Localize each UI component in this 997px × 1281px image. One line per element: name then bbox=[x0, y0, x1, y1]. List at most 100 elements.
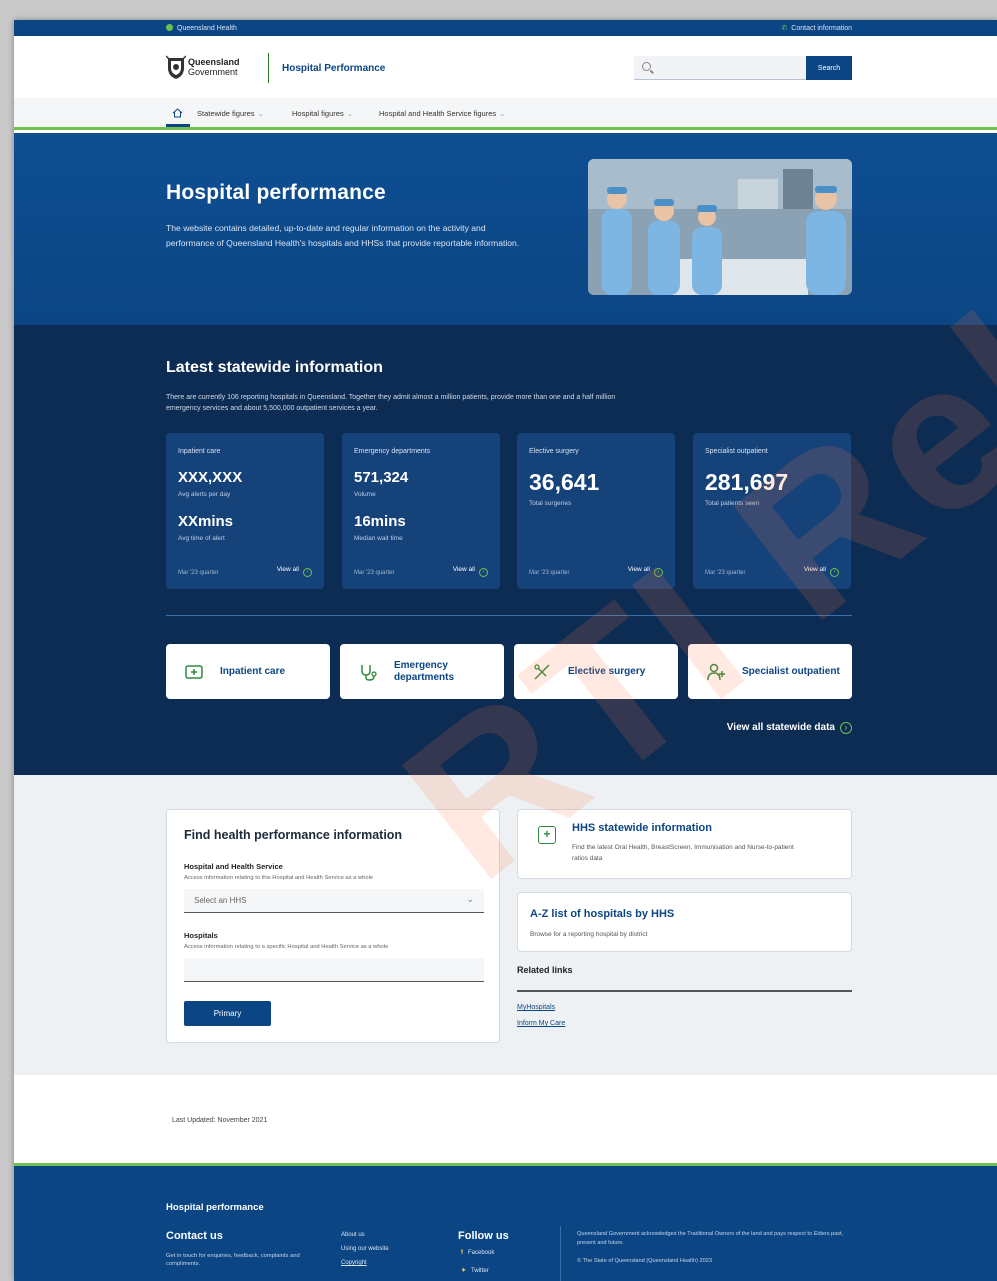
card-value: 36,641 bbox=[529, 469, 600, 495]
az-desc: Browse for a reporting hospital by distr… bbox=[530, 931, 648, 938]
gov-line-2: Government bbox=[188, 67, 238, 77]
search-input[interactable] bbox=[656, 60, 796, 76]
statewide-desc: There are currently 106 reporting hospit… bbox=[166, 394, 616, 412]
gov-line-1: Queensland bbox=[188, 57, 240, 67]
qh-label: Queensland Health bbox=[177, 25, 237, 32]
tile-elective-surgery[interactable]: Elective surgery bbox=[514, 644, 678, 699]
chevron-down-icon: ⌄ bbox=[257, 109, 264, 118]
footer-divider bbox=[560, 1226, 561, 1281]
site-header: Queensland Government Hospital Performan… bbox=[14, 36, 997, 98]
card-quarter: Mar '23 quarter bbox=[705, 570, 746, 576]
copyright-text: © The State of Queensland (Queensland He… bbox=[577, 1258, 712, 1264]
view-all-statewide-label: View all statewide data bbox=[726, 722, 835, 733]
tile-specialist-outpatient[interactable]: Specialist outpatient bbox=[688, 644, 852, 699]
chevron-down-icon: ⌄ bbox=[346, 109, 353, 118]
nav-label: Statewide figures bbox=[197, 109, 255, 118]
main-nav: Statewide figures ⌄ Hospital figures ⌄ Hos… bbox=[14, 98, 997, 130]
stat-card-elective: Elective surgery 36,641 Total surgeries … bbox=[517, 433, 675, 589]
find-info-panel: Find health performance information Hosp… bbox=[166, 809, 500, 1043]
card-value-label: Total patients seen bbox=[705, 500, 760, 507]
home-icon[interactable] bbox=[172, 108, 183, 118]
globe-icon bbox=[166, 24, 173, 31]
arrow-right-circle-icon: › bbox=[840, 722, 852, 734]
nav-label: Hospital and Health Service figures bbox=[379, 109, 497, 118]
contact-info-label: Contact information bbox=[791, 25, 852, 32]
find-title: Find health performance information bbox=[184, 828, 403, 842]
card-value-2: 16mins bbox=[354, 513, 406, 530]
hero-staff-photo bbox=[588, 159, 852, 295]
tile-label: Elective surgery bbox=[568, 665, 646, 677]
hhs-label: Hospital and Health Service bbox=[184, 862, 283, 871]
tile-label: Inpatient care bbox=[220, 665, 286, 677]
nav-statewide-figures[interactable]: Statewide figures ⌄ bbox=[197, 109, 264, 118]
card-value-2-label: Avg time of alert bbox=[178, 535, 225, 542]
hhs-select[interactable]: Select an HHS ⌄ bbox=[184, 889, 484, 913]
chevron-down-icon: ⌄ bbox=[466, 894, 474, 904]
statewide-title: Latest statewide information bbox=[166, 359, 383, 376]
contact-info-link[interactable]: ✆ Contact information bbox=[781, 24, 852, 32]
facebook-link[interactable]: f Facebook bbox=[461, 1250, 494, 1256]
card-title: Emergency departments bbox=[354, 448, 431, 455]
about-us-link[interactable]: About us bbox=[341, 1232, 365, 1238]
facebook-label: Facebook bbox=[468, 1250, 495, 1256]
find-section: Find health performance information Hosp… bbox=[14, 775, 997, 1075]
hero-text: The website contains detailed, up-to-dat… bbox=[166, 223, 520, 248]
doctor-icon bbox=[707, 663, 725, 681]
view-all-statewide-link[interactable]: View all statewide data › bbox=[727, 722, 852, 734]
tile-inpatient-care[interactable]: Inpatient care bbox=[166, 644, 330, 699]
page: Queensland Health ✆ Contact information Q… bbox=[14, 20, 997, 1281]
hospital-bed-icon bbox=[185, 665, 203, 679]
card-quarter: Mar '23 quarter bbox=[354, 570, 395, 576]
tile-emergency-departments[interactable]: Emergency departments bbox=[340, 644, 504, 699]
acknowledgement: Queensland Government acknowledges the T… bbox=[577, 1231, 844, 1246]
hospitals-help: Access information relating to a specifi… bbox=[184, 944, 389, 950]
search-icon bbox=[642, 62, 651, 71]
twitter-link[interactable]: ✦ Twitter bbox=[461, 1267, 489, 1274]
facebook-icon: f bbox=[461, 1250, 463, 1256]
top-bar: Queensland Health ✆ Contact information bbox=[14, 20, 997, 36]
search-box bbox=[634, 56, 806, 80]
inform-my-care-link[interactable]: Inform My Care bbox=[517, 1020, 565, 1027]
hhs-statewide-card[interactable]: + HHS statewide information Find the lat… bbox=[517, 809, 852, 879]
view-all-link[interactable]: View all › bbox=[277, 566, 312, 577]
hhs-statewide-desc: Find the latest Oral Health, BreastScree… bbox=[572, 844, 794, 862]
qh-link[interactable]: Queensland Health bbox=[166, 24, 237, 32]
hospitals-input[interactable] bbox=[184, 958, 484, 982]
view-all-label: View all bbox=[627, 566, 650, 573]
stat-card-inpatient: Inpatient care XXX,XXX Avg alerts per da… bbox=[166, 433, 324, 589]
az-title: A-Z list of hospitals by HHS bbox=[530, 908, 675, 920]
statewide-section: Latest statewide information There are c… bbox=[14, 325, 997, 775]
primary-button[interactable]: Primary bbox=[184, 1001, 271, 1026]
tile-label: Specialist outpatient bbox=[742, 665, 840, 677]
hhs-select-value: Select an HHS bbox=[194, 896, 247, 905]
view-all-label: View all bbox=[803, 566, 826, 573]
follow-heading: Follow us bbox=[458, 1230, 509, 1242]
header-divider bbox=[268, 53, 269, 83]
myhospitals-link[interactable]: MyHospitals bbox=[517, 1004, 555, 1011]
card-value-2: XXmins bbox=[178, 513, 234, 530]
shield-plus-icon: + bbox=[538, 826, 556, 844]
phone-icon: ✆ bbox=[781, 25, 788, 32]
view-all-link[interactable]: View all › bbox=[804, 566, 839, 577]
card-value: 281,697 bbox=[705, 469, 789, 495]
view-all-link[interactable]: View all › bbox=[453, 566, 488, 577]
view-all-link[interactable]: View all › bbox=[628, 566, 663, 577]
nav-hospital-figures[interactable]: Hospital figures ⌄ bbox=[292, 109, 353, 118]
site-footer: Hospital performance Contact us Get in t… bbox=[14, 1163, 997, 1281]
stat-card-outpatient: Specialist outpatient 281,697 Total pati… bbox=[693, 433, 851, 589]
footer-title: Hospital performance bbox=[166, 1202, 264, 1213]
card-value-label: Avg alerts per day bbox=[178, 491, 231, 498]
copyright-link[interactable]: Copyright bbox=[341, 1260, 367, 1266]
search-button[interactable]: Search bbox=[806, 56, 852, 80]
site-name[interactable]: Hospital Performance bbox=[282, 63, 385, 74]
contact-heading: Contact us bbox=[166, 1230, 223, 1242]
hospitals-label: Hospitals bbox=[184, 931, 218, 940]
card-value-label: Total surgeries bbox=[529, 500, 572, 507]
surgery-icon bbox=[534, 664, 550, 680]
az-hospitals-card[interactable]: A-Z list of hospitals by HHS Browse for … bbox=[517, 892, 852, 952]
hero-banner: Hospital performance The website contain… bbox=[14, 133, 997, 325]
nav-hhs-figures[interactable]: Hospital and Health Service figures ⌄ bbox=[379, 109, 505, 118]
qld-crest-icon[interactable] bbox=[166, 54, 186, 80]
using-website-link[interactable]: Using our website bbox=[341, 1246, 389, 1252]
related-divider bbox=[517, 990, 852, 992]
